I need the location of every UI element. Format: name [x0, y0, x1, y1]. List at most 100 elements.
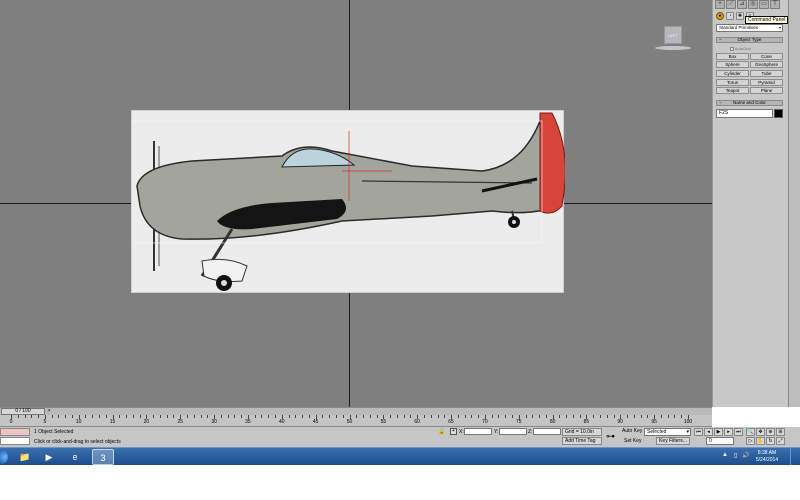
- zoom-all-icon[interactable]: ✥: [756, 428, 765, 436]
- track-tick-label: 10: [75, 419, 82, 425]
- track-tick: [566, 415, 568, 418]
- go-to-start-button[interactable]: ⏮: [694, 428, 703, 436]
- motion-tab[interactable]: ◎: [748, 0, 758, 9]
- aircraft-reference-plane[interactable]: [131, 110, 565, 293]
- create-tab[interactable]: +: [715, 0, 725, 9]
- viewcube[interactable]: LEFT: [655, 26, 691, 52]
- object-type-rollout-header[interactable]: − Object Type: [716, 37, 783, 43]
- set-key-button[interactable]: Set Key: [624, 438, 642, 444]
- selection-lock-icon[interactable]: 🔒: [438, 429, 445, 435]
- lights-category-icon[interactable]: ✺: [736, 12, 744, 20]
- track-tick: [24, 415, 26, 418]
- clock-time: 8:38 AM: [757, 450, 777, 456]
- field-of-view-icon[interactable]: ▷: [746, 437, 755, 445]
- go-to-end-button[interactable]: ⏭: [734, 428, 743, 436]
- track-tick: [627, 415, 629, 418]
- track-tick: [681, 415, 683, 418]
- cone-button[interactable]: Cone: [750, 53, 783, 60]
- tube-button[interactable]: Tube: [750, 70, 783, 77]
- object-color-swatch[interactable]: [774, 109, 783, 118]
- sphere-button[interactable]: Sphere: [716, 61, 749, 68]
- track-tick: [457, 415, 459, 418]
- zoom-icon[interactable]: 🔍: [746, 428, 755, 436]
- show-hidden-icons-icon[interactable]: ▲: [722, 452, 728, 458]
- current-frame-field[interactable]: 0: [706, 437, 734, 445]
- command-panel-scrollbar[interactable]: [788, 0, 800, 407]
- track-tick: [173, 415, 175, 418]
- track-tick: [505, 415, 507, 418]
- track-tick: [126, 415, 128, 418]
- show-desktop-button[interactable]: [790, 448, 800, 465]
- volume-icon[interactable]: 🔊: [742, 452, 749, 459]
- object-name-field[interactable]: F2S: [716, 109, 773, 118]
- y-coordinate-field[interactable]: [499, 428, 527, 435]
- geosphere-button[interactable]: GeoSphere: [750, 61, 783, 68]
- name-and-color-rollout-header[interactable]: − Name and Color: [716, 100, 783, 106]
- selection-set-dropdown[interactable]: Selected ▾: [644, 428, 691, 436]
- torus-button[interactable]: Torus: [716, 79, 749, 86]
- set-key-key-icon[interactable]: ⊶: [606, 432, 615, 441]
- utilities-tab[interactable]: T: [770, 0, 780, 9]
- x-coordinate-field[interactable]: [464, 428, 492, 435]
- track-tick: [471, 415, 473, 418]
- track-tick-label: 70: [482, 419, 488, 425]
- track-tick: [647, 415, 649, 418]
- track-tick: [511, 415, 513, 418]
- aircraft-blueprint-image: [132, 112, 565, 291]
- cylinder-button[interactable]: Cylinder: [716, 70, 749, 77]
- viewcube-face[interactable]: LEFT: [664, 26, 682, 44]
- file-explorer-icon[interactable]: 📁: [14, 449, 36, 465]
- zoom-extents-all-icon[interactable]: ⊞: [776, 428, 785, 436]
- track-tick: [302, 415, 304, 418]
- maxscript-listener-top[interactable]: [0, 428, 30, 436]
- start-button[interactable]: [0, 450, 8, 464]
- next-frame-arrow[interactable]: >: [46, 408, 52, 415]
- y-coordinate-label: Y:: [494, 429, 499, 435]
- box-button[interactable]: Box: [716, 53, 749, 60]
- viewcube-compass-ring[interactable]: [655, 46, 691, 50]
- teapot-button[interactable]: Teapot: [716, 87, 749, 94]
- network-icon[interactable]: ▯: [734, 452, 737, 459]
- zoom-extents-icon[interactable]: ⊕: [766, 428, 775, 436]
- next-frame-button[interactable]: ▸: [724, 428, 733, 436]
- auto-key-button[interactable]: Auto Key: [622, 428, 642, 434]
- previous-frame-button[interactable]: ◂: [704, 428, 713, 436]
- absolute-offset-toggle-icon[interactable]: +: [450, 428, 457, 435]
- time-slider[interactable]: 0 / 100 >: [0, 407, 712, 415]
- track-tick: [572, 415, 574, 418]
- selection-status-text: 1 Object Selected: [34, 429, 74, 435]
- hierarchy-tab[interactable]: ⊿: [737, 0, 747, 9]
- media-player-icon[interactable]: ▶: [38, 449, 60, 465]
- track-tick: [261, 415, 263, 418]
- add-time-tag-button[interactable]: Add Time Tag: [562, 437, 602, 445]
- play-button[interactable]: ▶: [714, 428, 723, 436]
- left-viewport[interactable]: LEFT: [0, 0, 712, 407]
- maxscript-listener-bottom[interactable]: [0, 437, 30, 445]
- pyramid-button[interactable]: Pyramid: [750, 79, 783, 86]
- orbit-icon[interactable]: ↻: [766, 437, 775, 445]
- key-filters-button[interactable]: Key Filters...: [656, 437, 690, 445]
- primitive-type-dropdown[interactable]: Standard Primitives ▾: [716, 24, 783, 32]
- time-slider-thumb[interactable]: 0 / 100: [1, 408, 45, 415]
- geometry-category-icon[interactable]: ●: [716, 12, 724, 20]
- track-tick: [329, 415, 331, 418]
- internet-explorer-icon[interactable]: e: [64, 449, 86, 465]
- z-coordinate-field[interactable]: [533, 428, 561, 435]
- autogrid-checkbox[interactable]: AutoGrid: [730, 46, 751, 51]
- maximize-viewport-icon[interactable]: ⤢: [776, 437, 785, 445]
- track-tick: [667, 415, 669, 418]
- display-tab[interactable]: ▭: [759, 0, 769, 9]
- track-bar[interactable]: 0 5 10 15 20 25 30 35 40 45 50 55 60 65 70 75 80 85 90 95 10…: [0, 415, 712, 427]
- selection-set-value: Selected: [647, 429, 667, 435]
- pan-view-icon[interactable]: ✋: [756, 437, 765, 445]
- z-coordinate-label: Z:: [528, 429, 533, 435]
- 3dsmax-taskbar-icon[interactable]: 3: [92, 449, 114, 465]
- plane-button[interactable]: Plane: [750, 87, 783, 94]
- shapes-category-icon[interactable]: ◔: [726, 12, 734, 20]
- track-tick: [227, 415, 229, 418]
- collapse-icon: −: [719, 37, 722, 42]
- track-tick: [559, 415, 561, 418]
- modify-tab[interactable]: ⟋: [726, 0, 736, 9]
- system-clock[interactable]: 8:38 AM 5/24/2014: [752, 450, 782, 464]
- windows-taskbar: 📁 ▶ e 3 ▲ ▯ 🔊 8:38 AM 5/24/2014: [0, 447, 800, 465]
